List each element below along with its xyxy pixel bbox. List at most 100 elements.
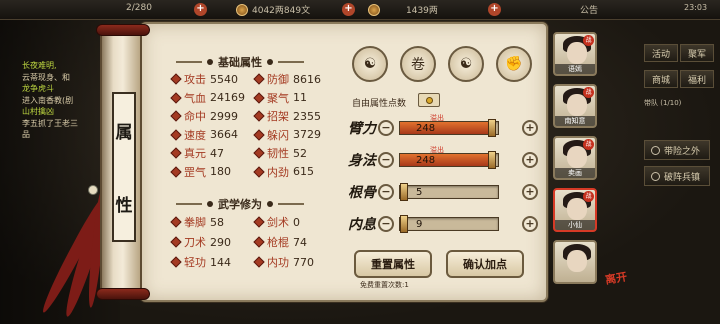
gold-icon (368, 3, 380, 16)
leave-label: 离开 (604, 270, 629, 287)
attribute-slider[interactable]: 5 (399, 183, 499, 201)
attribute-tab[interactable]: 属 性 (112, 92, 136, 242)
stat-label: 枪棍 (267, 236, 289, 249)
rank-button[interactable]: 聚军 (680, 44, 714, 62)
quest-line: 品 (22, 130, 30, 139)
stat-value: 2355 (293, 109, 321, 123)
stat-value: 144 (210, 255, 231, 269)
add-silver-button[interactable]: + (342, 3, 355, 16)
quest-line: 云蒂现身、和 (22, 72, 70, 82)
party-portrait[interactable]: 战语嫣 (553, 32, 597, 76)
stat-value: 290 (210, 235, 231, 249)
stat-value: 0 (293, 215, 300, 229)
attribute-slider[interactable]: 248 溢出 (399, 114, 499, 137)
stat-label: 气血 (184, 91, 206, 105)
portrait-name: 语嫣 (555, 64, 595, 74)
rank-label: 聚军 (687, 49, 706, 60)
stat-label: 攻击 (184, 73, 206, 86)
stat-label: 内劲 (267, 165, 289, 179)
attribute-value: 248 (416, 123, 436, 134)
quest-shortcut-1[interactable]: 带险之外 (644, 140, 710, 160)
stat-row: 拳脚 58 (170, 214, 224, 230)
reset-attributes-button[interactable]: 重置属性 (354, 250, 432, 278)
activity-button[interactable]: 活动 (644, 44, 678, 62)
notice-button[interactable]: 公告 (580, 3, 598, 16)
slider-fill (400, 122, 495, 134)
clock: 23:03 (684, 3, 707, 12)
party-portrait[interactable]: 战南知意 (553, 84, 597, 128)
stat-value: 11 (293, 91, 307, 104)
slider-thumb[interactable] (488, 151, 497, 169)
slider-thumb[interactable] (400, 183, 408, 201)
add-energy-button[interactable]: + (194, 3, 207, 16)
leave-button[interactable]: 离开 (604, 268, 628, 288)
team-indicator: 带队 (1/10) (644, 98, 681, 108)
coin-icon (425, 96, 433, 104)
plus-button[interactable]: + (522, 120, 538, 136)
diamond-icon (253, 256, 265, 268)
slider-thumb[interactable] (400, 215, 408, 233)
attribute-label: 臂力 (348, 121, 376, 137)
slider-thumb[interactable] (488, 119, 497, 137)
diamond-icon (170, 256, 182, 268)
stat-row: 内劲 615 (253, 164, 314, 180)
portrait-face (567, 94, 587, 116)
attribute-label: 身法 (348, 153, 376, 169)
portrait-face (567, 198, 587, 220)
diamond-icon (170, 216, 182, 228)
stat-row: 躲闪 3729 (253, 127, 321, 143)
stat-label: 防御 (267, 73, 289, 86)
stat-value: 58 (210, 215, 224, 229)
plus-button[interactable]: + (522, 216, 538, 232)
activity-label: 活动 (651, 49, 670, 60)
stat-row: 防御 8616 (253, 71, 321, 87)
team-value: (1/10) (660, 99, 682, 107)
stat-value: 74 (293, 235, 307, 249)
plus-button[interactable]: + (522, 184, 538, 200)
attribute-label: 内息 (348, 217, 376, 233)
character-icon[interactable]: ☯ (352, 46, 388, 82)
stat-row: 罡气 180 (170, 164, 231, 180)
stat-row: 命中 2999 (170, 108, 238, 124)
clock-value: 23:03 (684, 3, 708, 12)
scroll-icon[interactable]: 卷 (400, 46, 436, 82)
gold-value: 1439两 (406, 6, 438, 16)
stat-label: 命中 (184, 110, 206, 123)
attribute-slider[interactable]: 248 溢出 (399, 146, 499, 169)
gold-counter: 1439两 (368, 3, 438, 16)
arm-icon[interactable]: ✊ (496, 46, 532, 82)
attribute-slider[interactable]: 9 (399, 215, 499, 233)
minus-button[interactable]: − (378, 152, 394, 168)
taiji-icon[interactable]: ☯ (448, 46, 484, 82)
basic-title: 基础属性 (218, 56, 262, 69)
portrait-name: 南知意 (555, 116, 595, 126)
minus-button[interactable]: − (378, 120, 394, 136)
diamond-icon (170, 73, 182, 85)
attribute-value: 5 (416, 187, 423, 198)
quest-log[interactable]: 长夜难明, 云蒂现身、和 龙争虎斗 进入南香教(剧 山村擒凶 李五抓了王老三 品 (0, 60, 104, 170)
stat-value: 2999 (210, 109, 238, 123)
minus-button[interactable]: − (378, 216, 394, 232)
portrait-face (567, 250, 587, 272)
stat-value: 5540 (210, 72, 238, 86)
shop-button[interactable]: 商城 (644, 70, 678, 88)
reset-label: 重置属性 (371, 258, 415, 271)
stat-row: 剑术 0 (253, 214, 300, 230)
battle-badge: 战 (583, 87, 594, 98)
party-portrait[interactable] (553, 240, 597, 284)
welfare-button[interactable]: 福利 (680, 70, 714, 88)
party-portrait[interactable]: 战小仙 (553, 188, 597, 232)
minus-button[interactable]: − (378, 184, 394, 200)
silver-icon (236, 3, 248, 16)
quest-shortcut-2[interactable]: 破阵兵镇 (644, 166, 710, 186)
confirm-points-button[interactable]: 确认加点 (446, 250, 524, 278)
plus-button[interactable]: + (522, 152, 538, 168)
add-gold-button[interactable]: + (488, 3, 501, 16)
circle-icon (651, 145, 660, 155)
party-portrait[interactable]: 战卖画 (553, 136, 597, 180)
portrait-face (567, 146, 587, 168)
tab-char: 性 (115, 196, 133, 216)
plus-icon: + (342, 3, 355, 16)
diamond-icon (170, 236, 182, 248)
stat-label: 韧性 (267, 147, 289, 160)
